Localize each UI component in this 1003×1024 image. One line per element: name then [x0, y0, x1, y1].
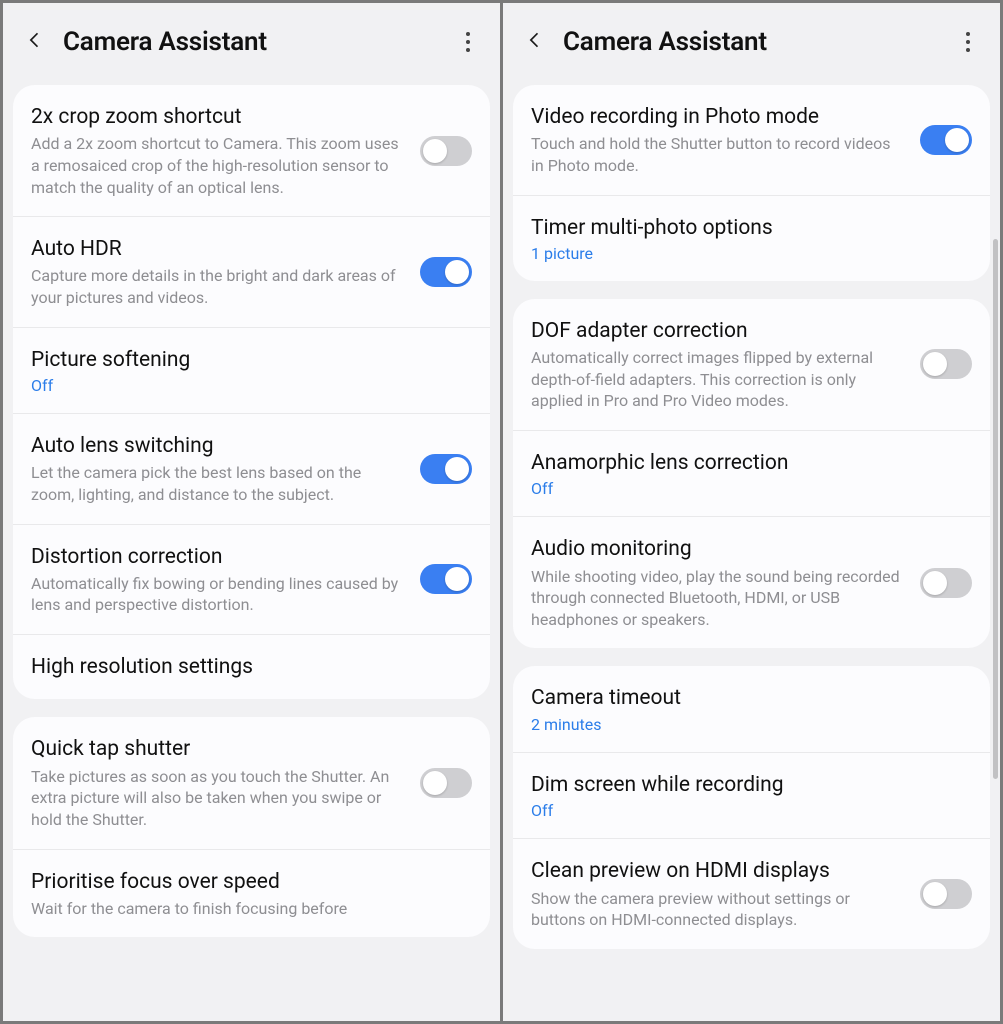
row-title: Dim screen while recording — [531, 771, 972, 799]
settings-scroll[interactable]: 2x crop zoom shortcut Add a 2x zoom shor… — [3, 85, 500, 1021]
row-prioritise-focus[interactable]: Prioritise focus over speed Wait for the… — [13, 849, 490, 938]
row-dof[interactable]: DOF adapter correction Automatically cor… — [513, 299, 990, 430]
row-title: Auto HDR — [31, 235, 406, 263]
settings-group: Video recording in Photo mode Touch and … — [513, 85, 990, 281]
toggle-quick-tap[interactable] — [420, 768, 472, 798]
row-value: Off — [531, 801, 972, 820]
row-title: 2x crop zoom shortcut — [31, 103, 406, 131]
row-title: Quick tap shutter — [31, 735, 406, 763]
row-desc: Touch and hold the Shutter button to rec… — [531, 133, 906, 176]
row-auto-lens[interactable]: Auto lens switching Let the camera pick … — [13, 413, 490, 524]
row-timer-multi[interactable]: Timer multi-photo options 1 picture — [513, 195, 990, 281]
row-anamorphic[interactable]: Anamorphic lens correction Off — [513, 430, 990, 516]
settings-group: DOF adapter correction Automatically cor… — [513, 299, 990, 649]
row-desc: Automatically fix bowing or bending line… — [31, 573, 406, 616]
row-video-photo[interactable]: Video recording in Photo mode Touch and … — [513, 85, 990, 195]
back-icon[interactable] — [25, 30, 45, 54]
row-distortion[interactable]: Distortion correction Automatically fix … — [13, 524, 490, 635]
settings-group: 2x crop zoom shortcut Add a 2x zoom shor… — [13, 85, 490, 699]
row-desc: Capture more details in the bright and d… — [31, 265, 406, 308]
toggle-audio-mon[interactable] — [920, 568, 972, 598]
row-high-res[interactable]: High resolution settings — [13, 634, 490, 699]
scrollbar-thumb[interactable] — [993, 239, 998, 779]
toggle-distortion[interactable] — [420, 564, 472, 594]
row-title: Distortion correction — [31, 543, 406, 571]
row-title: DOF adapter correction — [531, 317, 906, 345]
row-title: Picture softening — [31, 346, 472, 374]
settings-group: Quick tap shutter Take pictures as soon … — [13, 717, 490, 937]
row-desc: Wait for the camera to finish focusing b… — [31, 898, 472, 920]
row-value: 2 minutes — [531, 715, 972, 734]
settings-group: Camera timeout 2 minutes Dim screen whil… — [513, 666, 990, 948]
more-icon[interactable] — [958, 30, 978, 54]
toggle-video-photo[interactable] — [920, 125, 972, 155]
row-title: Video recording in Photo mode — [531, 103, 906, 131]
row-title: Timer multi-photo options — [531, 214, 972, 242]
row-title: High resolution settings — [31, 653, 472, 681]
row-title: Audio monitoring — [531, 535, 906, 563]
row-title: Anamorphic lens correction — [531, 449, 972, 477]
row-desc: While shooting video, play the sound bei… — [531, 566, 906, 631]
settings-scroll[interactable]: Video recording in Photo mode Touch and … — [503, 85, 1000, 1021]
row-desc: Let the camera pick the best lens based … — [31, 462, 406, 505]
page-title: Camera Assistant — [563, 27, 940, 57]
row-title: Auto lens switching — [31, 432, 406, 460]
toggle-auto-lens[interactable] — [420, 454, 472, 484]
row-title: Prioritise focus over speed — [31, 868, 472, 896]
row-quick-tap[interactable]: Quick tap shutter Take pictures as soon … — [13, 717, 490, 848]
row-value: 1 picture — [531, 244, 972, 263]
right-screenshot: Camera Assistant Video recording in Phot… — [503, 3, 1000, 1021]
toggle-crop-zoom[interactable] — [420, 136, 472, 166]
row-title: Clean preview on HDMI displays — [531, 857, 906, 885]
row-desc: Take pictures as soon as you touch the S… — [31, 766, 406, 831]
header: Camera Assistant — [3, 3, 500, 85]
row-title: Camera timeout — [531, 684, 972, 712]
left-screenshot: Camera Assistant 2x crop zoom shortcut A… — [3, 3, 500, 1021]
row-clean-preview[interactable]: Clean preview on HDMI displays Show the … — [513, 838, 990, 949]
row-value: Off — [531, 479, 972, 498]
toggle-dof[interactable] — [920, 349, 972, 379]
row-audio-mon[interactable]: Audio monitoring While shooting video, p… — [513, 516, 990, 648]
row-auto-hdr[interactable]: Auto HDR Capture more details in the bri… — [13, 216, 490, 327]
row-desc: Automatically correct images flipped by … — [531, 347, 906, 412]
toggle-auto-hdr[interactable] — [420, 257, 472, 287]
row-crop-zoom[interactable]: 2x crop zoom shortcut Add a 2x zoom shor… — [13, 85, 490, 216]
row-camera-timeout[interactable]: Camera timeout 2 minutes — [513, 666, 990, 751]
row-desc: Add a 2x zoom shortcut to Camera. This z… — [31, 133, 406, 198]
row-dim-screen[interactable]: Dim screen while recording Off — [513, 752, 990, 838]
more-icon[interactable] — [458, 30, 478, 54]
row-value: Off — [31, 376, 472, 395]
back-icon[interactable] — [525, 30, 545, 54]
row-picture-softening[interactable]: Picture softening Off — [13, 327, 490, 413]
page-title: Camera Assistant — [63, 27, 440, 57]
header: Camera Assistant — [503, 3, 1000, 85]
toggle-clean-preview[interactable] — [920, 879, 972, 909]
row-desc: Show the camera preview without settings… — [531, 888, 906, 931]
